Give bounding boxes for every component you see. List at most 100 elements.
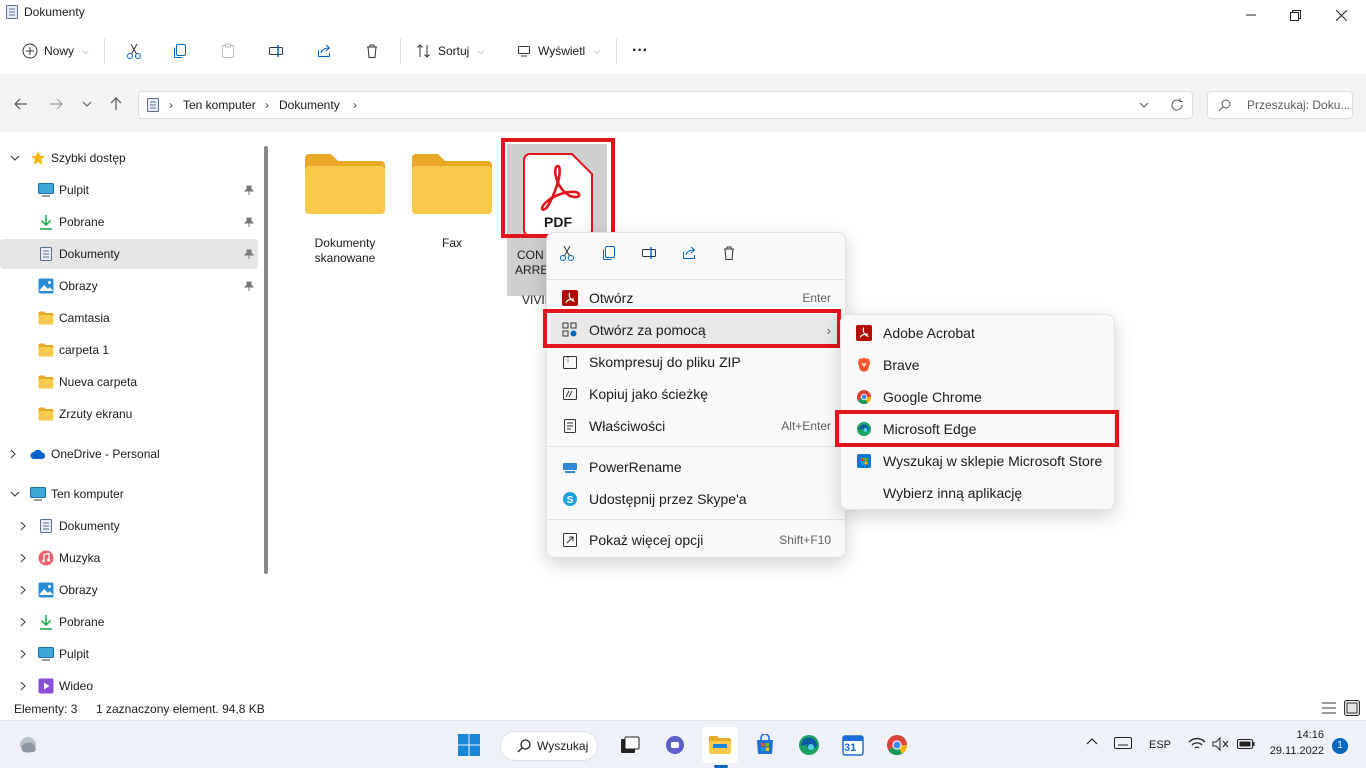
rename-icon[interactable] [641,245,663,267]
up-arrow-icon[interactable] [105,93,127,115]
sidebar-item-label: Ten komputer [51,487,124,501]
volume-muted-icon[interactable] [1212,737,1230,751]
breadcrumb-item[interactable]: Ten komputer [183,98,256,112]
start-button[interactable] [451,727,487,763]
submenu-item-microsoft-store[interactable]: Wyszukaj w sklepie Microsoft Store [845,445,1111,477]
rename-button[interactable] [260,36,292,66]
paste-button[interactable] [212,36,244,66]
notification-badge[interactable]: 1 [1332,738,1348,754]
delete-button[interactable] [356,36,388,66]
file-explorer-taskbar-icon[interactable] [702,727,738,763]
teams-chat-icon[interactable] [657,727,693,763]
address-history-chevron-icon[interactable] [1139,102,1149,108]
cut-button[interactable] [118,36,150,66]
menu-item-compress-zip[interactable]: Skompresuj do pliku ZIP [551,346,841,378]
sidebar-item-pulpit[interactable]: Pulpit [0,639,258,669]
menu-item-open-with[interactable]: Otwórz za pomocą › [551,314,841,346]
input-language[interactable]: ESP [1149,739,1171,751]
expand-chevron-icon[interactable] [20,585,30,595]
sidebar-item-pulpit[interactable]: Pulpit [0,175,258,205]
share-button[interactable] [308,36,340,66]
submenu-item-adobe-acrobat[interactable]: Adobe Acrobat [845,317,1111,349]
sidebar-item-wideo[interactable]: Wideo [0,671,258,701]
documents-icon [6,5,18,19]
menu-item-powerrename[interactable]: PowerRename [551,451,841,483]
expand-chevron-icon[interactable] [20,649,30,659]
calendar-day: 31 [844,742,857,754]
wifi-icon[interactable] [1188,737,1206,751]
sidebar-item-onedrive[interactable]: OneDrive - Personal [0,439,258,469]
sidebar-item-nueva-carpeta[interactable]: Nueva carpeta [0,367,258,397]
close-button[interactable] [1318,0,1364,30]
edge-taskbar-icon[interactable] [791,727,827,763]
copy-icon[interactable] [601,245,623,267]
toolbar-divider [104,38,105,64]
refresh-icon[interactable] [1170,98,1184,112]
submenu-item-google-chrome[interactable]: Google Chrome [845,381,1111,413]
tray-overflow-chevron-icon[interactable] [1086,737,1098,745]
sort-button[interactable]: Sortuj ⌵ [408,36,492,66]
weather-icon[interactable] [10,727,46,763]
back-arrow-icon[interactable] [10,93,32,115]
sidebar-item-camtasia[interactable]: Camtasia [0,303,258,333]
restore-button[interactable] [1272,0,1318,30]
submenu-item-choose-other-app[interactable]: Wybierz inną aplikację [845,477,1111,509]
menu-item-open[interactable]: Otwórz Enter [551,282,841,314]
share-icon[interactable] [681,245,703,267]
menu-item-copy-path[interactable]: Kopiuj jako ścieżkę [551,378,841,410]
submenu-item-microsoft-edge[interactable]: Microsoft Edge [845,413,1111,445]
chrome-taskbar-icon[interactable] [879,727,915,763]
breadcrumb-item[interactable]: Dokumenty [279,98,340,112]
expand-chevron-icon[interactable] [20,553,30,563]
menu-item-show-more-options[interactable]: Pokaż więcej opcji Shift+F10 [551,524,841,556]
sidebar-item-muzyka[interactable]: Muzyka [0,543,258,573]
sidebar-item-dokumenty[interactable]: Dokumenty [0,239,258,269]
copy-button[interactable] [164,36,196,66]
new-button[interactable]: Nowy ⌵ [14,36,97,66]
expand-chevron-icon[interactable] [20,521,30,531]
keyboard-icon[interactable] [1114,737,1132,749]
toolbar-divider [616,38,617,64]
file-item-folder[interactable]: Dokumenty skanowane [295,150,395,266]
menu-item-share-skype[interactable]: S Udostępnij przez Skype'a [551,483,841,515]
sidebar-item-dokumenty[interactable]: Dokumenty [0,511,258,541]
task-view-icon[interactable] [612,727,648,763]
tiles-view-icon[interactable] [1344,700,1360,716]
sidebar-scrollbar[interactable] [264,146,268,574]
expand-chevron-icon[interactable] [20,617,30,627]
clock-date[interactable]: 29.11.2022 [1268,745,1324,757]
sidebar-item-obrazy[interactable]: Obrazy [0,575,258,605]
details-view-icon[interactable] [1322,702,1336,714]
file-item-folder[interactable]: Fax [402,150,502,251]
more-options-button[interactable]: ··· [624,36,656,66]
minimize-button[interactable] [1228,0,1274,30]
trash-icon[interactable] [721,245,743,267]
view-label: Wyświetl [538,44,586,58]
submenu-item-brave[interactable]: Brave [845,349,1111,381]
sidebar-item-quick-access[interactable]: Szybki dostęp [0,143,258,173]
sidebar-item-zrzuty-ekranu[interactable]: Zrzuty ekranu [0,399,258,429]
forward-arrow-icon[interactable] [45,93,67,115]
taskbar-search[interactable]: Wyszukaj [500,731,598,761]
scissors-icon[interactable] [559,245,581,267]
expand-chevron-icon[interactable] [10,449,20,459]
microsoft-store-taskbar-icon[interactable] [747,727,783,763]
sidebar-item-this-pc[interactable]: Ten komputer [0,479,258,509]
expand-chevron-icon[interactable] [10,155,20,161]
view-button[interactable]: Wyświetl ⌵ [508,36,608,66]
menu-item-properties[interactable]: Właściwości Alt+Enter [551,410,841,442]
expand-chevron-icon[interactable] [20,681,30,691]
acrobat-icon [855,324,873,342]
clock-time[interactable]: 14:16 [1280,729,1324,741]
sidebar-item-pobrane[interactable]: Pobrane [0,207,258,237]
sidebar-item-obrazy[interactable]: Obrazy [0,271,258,301]
search-box[interactable]: Przeszukaj: Doku... [1207,91,1353,119]
battery-icon[interactable] [1237,737,1255,751]
documents-icon [38,518,54,534]
recent-chevron-icon[interactable] [76,93,98,115]
calendar-taskbar-icon[interactable]: 31 [835,727,871,763]
sidebar-item-pobrane[interactable]: Pobrane [0,607,258,637]
expand-chevron-icon[interactable] [10,491,20,497]
sidebar-item-carpeta-1[interactable]: carpeta 1 [0,335,258,365]
address-bar[interactable]: › Ten komputer › Dokumenty › [138,91,1193,119]
